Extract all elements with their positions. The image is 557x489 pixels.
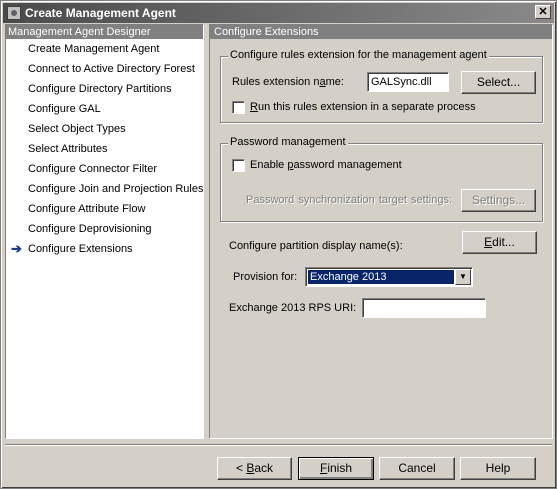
edit-button[interactable]: Edit... xyxy=(462,231,537,254)
rules-extension-name-label: Rules extension name: xyxy=(232,76,344,88)
step-select-attributes[interactable]: Select Attributes xyxy=(6,139,203,159)
step-label: Configure Join and Projection Rules xyxy=(28,183,204,195)
separate-process-label: Run this rules extension in a separate p… xyxy=(250,101,476,113)
back-button[interactable]: < Back xyxy=(217,457,292,480)
create-management-agent-dialog: Create Management Agent ✕ Management Age… xyxy=(0,0,557,489)
rules-extension-name-field[interactable]: GALSync.dll xyxy=(367,72,449,92)
rps-uri-field[interactable] xyxy=(362,298,486,318)
step-label: Configure Attribute Flow xyxy=(28,203,146,215)
designer-steps-header: Management Agent Designer xyxy=(6,25,203,39)
provision-for-value: Exchange 2013 xyxy=(308,270,454,284)
triangle-down-icon[interactable]: ▼ xyxy=(455,269,471,285)
step-label: Configure Connector Filter xyxy=(28,163,158,175)
rules-extension-group: Configure rules extension for the manage… xyxy=(220,49,543,123)
step-configure-extensions[interactable]: ➔ Configure Extensions xyxy=(6,239,203,259)
finish-button[interactable]: Finish xyxy=(298,457,374,480)
password-management-group: Password management Enable password mana… xyxy=(220,136,543,222)
step-label: Configure Deprovisioning xyxy=(28,223,152,235)
partition-display-names-label: Configure partition display name(s): xyxy=(229,240,403,252)
step-select-object-types[interactable]: Select Object Types xyxy=(6,119,203,139)
settings-button[interactable]: Settings... xyxy=(461,189,536,212)
step-label: Select Attributes xyxy=(28,143,108,155)
password-sync-target-label: Password synchronization target settings… xyxy=(246,194,452,206)
step-label: Configure Directory Partitions xyxy=(28,83,172,95)
step-label: Select Object Types xyxy=(28,123,126,135)
step-configure-attribute-flow[interactable]: Configure Attribute Flow xyxy=(6,199,203,219)
step-label: Create Management Agent xyxy=(28,43,160,55)
footer-separator xyxy=(5,444,552,446)
step-create-management-agent[interactable]: Create Management Agent xyxy=(6,39,203,59)
enable-password-management-label: Enable password management xyxy=(250,159,402,171)
provision-for-dropdown[interactable]: Exchange 2013 ▼ xyxy=(305,267,473,287)
step-configure-connector-filter[interactable]: Configure Connector Filter xyxy=(6,159,203,179)
provision-for-label: Provision for: xyxy=(233,271,298,283)
close-button[interactable]: ✕ xyxy=(535,5,551,19)
step-label: Configure GAL xyxy=(28,103,101,115)
step-configure-directory-partitions[interactable]: Configure Directory Partitions xyxy=(6,79,203,99)
arrow-right-icon: ➔ xyxy=(11,241,22,256)
separate-process-checkbox[interactable] xyxy=(232,101,245,114)
rps-uri-label: Exchange 2013 RPS URI: xyxy=(229,302,357,314)
step-configure-gal[interactable]: Configure GAL xyxy=(6,99,203,119)
step-label: Connect to Active Directory Forest xyxy=(28,63,195,75)
step-connect-ad-forest[interactable]: Connect to Active Directory Forest xyxy=(6,59,203,79)
step-configure-join-projection[interactable]: Configure Join and Projection Rules xyxy=(6,179,204,199)
enable-password-management-checkbox[interactable] xyxy=(232,159,245,172)
configure-extensions-pane: Configure Extensions Configure rules ext… xyxy=(209,24,553,439)
step-label: Configure Extensions xyxy=(28,243,133,255)
cancel-button[interactable]: Cancel xyxy=(379,457,455,480)
step-configure-deprovisioning[interactable]: Configure Deprovisioning xyxy=(6,219,203,239)
designer-steps-pane: Management Agent Designer Create Managem… xyxy=(5,24,204,439)
select-button[interactable]: Select... xyxy=(461,71,536,94)
window-title: Create Management Agent xyxy=(25,6,176,20)
configure-extensions-header: Configure Extensions xyxy=(210,25,552,39)
title-bar[interactable]: Create Management Agent ✕ xyxy=(3,3,554,23)
designer-steps-list: Create Management Agent Connect to Activ… xyxy=(6,39,204,259)
password-management-group-title: Password management xyxy=(228,136,348,148)
management-agent-icon xyxy=(7,6,21,20)
rules-extension-group-title: Configure rules extension for the manage… xyxy=(228,49,489,61)
help-button[interactable]: Help xyxy=(460,457,536,480)
